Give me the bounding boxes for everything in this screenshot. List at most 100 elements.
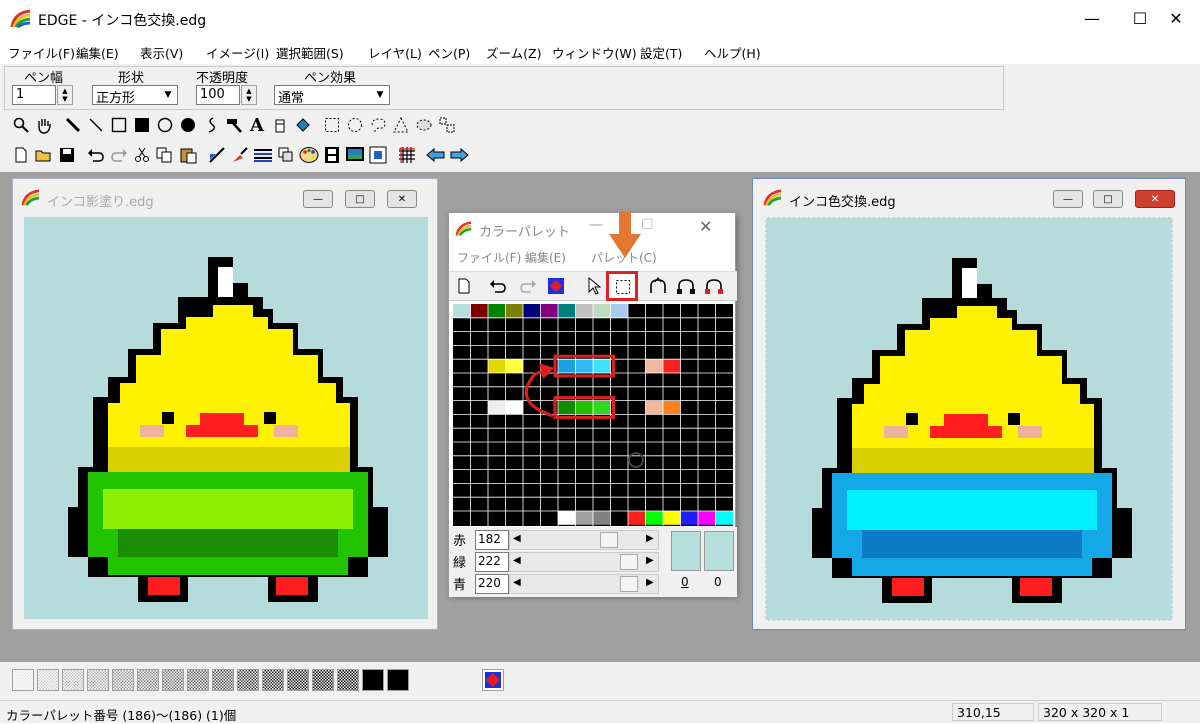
pen-width-spinner[interactable]: ▲ ▼: [57, 85, 73, 105]
ellipse-icon[interactable]: [154, 114, 176, 136]
copy-icon[interactable]: [154, 144, 176, 166]
scroll-right-icon[interactable]: ▶: [646, 555, 654, 566]
drawing-canvas[interactable]: [24, 217, 428, 619]
dither-pattern[interactable]: [62, 669, 84, 691]
dither-pattern[interactable]: [362, 669, 384, 691]
pointer-icon[interactable]: [583, 275, 605, 297]
menu-file[interactable]: ファイル(F): [8, 43, 75, 62]
preview-icon[interactable]: [344, 144, 366, 166]
hammer-icon[interactable]: [223, 114, 245, 136]
swap-color-icon[interactable]: [545, 275, 567, 297]
range-select-button[interactable]: [606, 271, 638, 301]
palette-icon[interactable]: [298, 144, 320, 166]
blue-value[interactable]: 220: [475, 574, 509, 594]
pen-width-field[interactable]: 1: [12, 85, 56, 105]
save-icon[interactable]: [56, 144, 78, 166]
film-icon[interactable]: [321, 144, 343, 166]
minimize-button[interactable]: —: [589, 217, 603, 233]
gradient-icon[interactable]: [675, 275, 697, 297]
pencil-icon[interactable]: [62, 114, 84, 136]
dither-pattern[interactable]: [387, 669, 409, 691]
document-window-left[interactable]: インコ影塗り.edg — □ ✕: [12, 178, 438, 630]
red-slider[interactable]: ◀ ▶: [509, 530, 659, 550]
menu-selection[interactable]: 選択範囲(S): [276, 43, 344, 62]
fill-icon[interactable]: [292, 114, 314, 136]
redo-icon[interactable]: [517, 275, 539, 297]
close-button[interactable]: ✕: [699, 217, 712, 236]
new-file-icon[interactable]: [453, 275, 475, 297]
menu-image[interactable]: イメージ(I): [206, 43, 269, 62]
scroll-left-icon[interactable]: ◀: [513, 577, 521, 588]
document-window-right[interactable]: インコ色交換.edg — □ ✕: [752, 178, 1186, 630]
green-slider[interactable]: ◀ ▶: [509, 552, 659, 572]
minimize-button[interactable]: —: [1053, 190, 1083, 208]
scroll-left-icon[interactable]: ◀: [513, 555, 521, 566]
menu-layer[interactable]: レイヤ(L): [368, 43, 422, 62]
layers-icon[interactable]: [275, 144, 297, 166]
arrow-left-icon[interactable]: [425, 144, 447, 166]
rect-select-icon[interactable]: [321, 114, 343, 136]
scroll-right-icon[interactable]: ▶: [646, 533, 654, 544]
chevron-down-icon[interactable]: ▼: [159, 86, 177, 104]
chevron-down-icon[interactable]: ▼: [371, 86, 389, 104]
ellipse-select-icon[interactable]: [344, 114, 366, 136]
menu-zoom[interactable]: ズーム(Z): [486, 43, 541, 62]
dither-pattern[interactable]: [87, 669, 109, 691]
close-button[interactable]: ✕: [387, 190, 417, 208]
slider-thumb[interactable]: [620, 576, 638, 592]
filled-ellipse-icon[interactable]: [177, 114, 199, 136]
polygon-select-icon[interactable]: [390, 114, 412, 136]
redo-icon[interactable]: [108, 144, 130, 166]
minimize-button[interactable]: —: [1068, 0, 1116, 36]
undo-icon[interactable]: [487, 275, 509, 297]
menu-help[interactable]: ヘルプ(H): [704, 43, 761, 62]
lasso-icon[interactable]: [367, 114, 389, 136]
grid-lines-icon[interactable]: [252, 144, 274, 166]
dither-pattern[interactable]: [212, 669, 234, 691]
eraser-icon[interactable]: [269, 114, 291, 136]
dither-pattern[interactable]: [237, 669, 259, 691]
menu-window[interactable]: ウィンドウ(W): [552, 43, 637, 62]
dither-pattern[interactable]: [312, 669, 334, 691]
swap-color-icon[interactable]: [482, 669, 504, 691]
maximize-button[interactable]: □: [1093, 190, 1123, 208]
cut-icon[interactable]: [131, 144, 153, 166]
dither-pattern[interactable]: [337, 669, 359, 691]
transform-icon[interactable]: [436, 114, 458, 136]
flip-icon[interactable]: [206, 144, 228, 166]
dither-pattern[interactable]: [162, 669, 184, 691]
dither-pattern[interactable]: [137, 669, 159, 691]
menu-view[interactable]: 表示(V): [140, 43, 183, 62]
maximize-button[interactable]: ☐: [641, 217, 654, 233]
close-button[interactable]: ✕: [1135, 190, 1175, 208]
minimize-button[interactable]: —: [303, 190, 333, 208]
hand-icon[interactable]: [33, 114, 55, 136]
line-icon[interactable]: [85, 114, 107, 136]
dither-pattern[interactable]: [187, 669, 209, 691]
red-value[interactable]: 182: [475, 530, 509, 550]
color-palette-window[interactable]: カラーパレット — ☐ ✕ ファイル(F) 編集(E) パレット(C) 赤 18…: [448, 212, 737, 597]
open-folder-icon[interactable]: [33, 144, 55, 166]
image-size-icon[interactable]: [367, 144, 389, 166]
dither-pattern[interactable]: [37, 669, 59, 691]
paste-icon[interactable]: [177, 144, 199, 166]
palette-menu-edit[interactable]: 編集(E): [525, 249, 566, 266]
dither-pattern[interactable]: [12, 669, 34, 691]
dither-pattern[interactable]: [287, 669, 309, 691]
curve-icon[interactable]: [200, 114, 222, 136]
menu-pen[interactable]: ペン(P): [428, 43, 470, 62]
rectangle-icon[interactable]: [108, 114, 130, 136]
filled-rectangle-icon[interactable]: [131, 114, 153, 136]
opacity-spinner[interactable]: ▲ ▼: [241, 85, 257, 105]
color-select-icon[interactable]: [413, 114, 435, 136]
dither-pattern[interactable]: [112, 669, 134, 691]
scroll-left-icon[interactable]: ◀: [513, 533, 521, 544]
new-file-icon[interactable]: [10, 144, 32, 166]
slider-thumb[interactable]: [620, 554, 638, 570]
grid-toggle-icon[interactable]: [396, 144, 418, 166]
undo-icon[interactable]: [85, 144, 107, 166]
palette-menu-file[interactable]: ファイル(F): [457, 249, 521, 266]
brush-icon[interactable]: [229, 144, 251, 166]
text-icon[interactable]: A: [246, 114, 268, 136]
opacity-field[interactable]: 100: [196, 85, 240, 105]
